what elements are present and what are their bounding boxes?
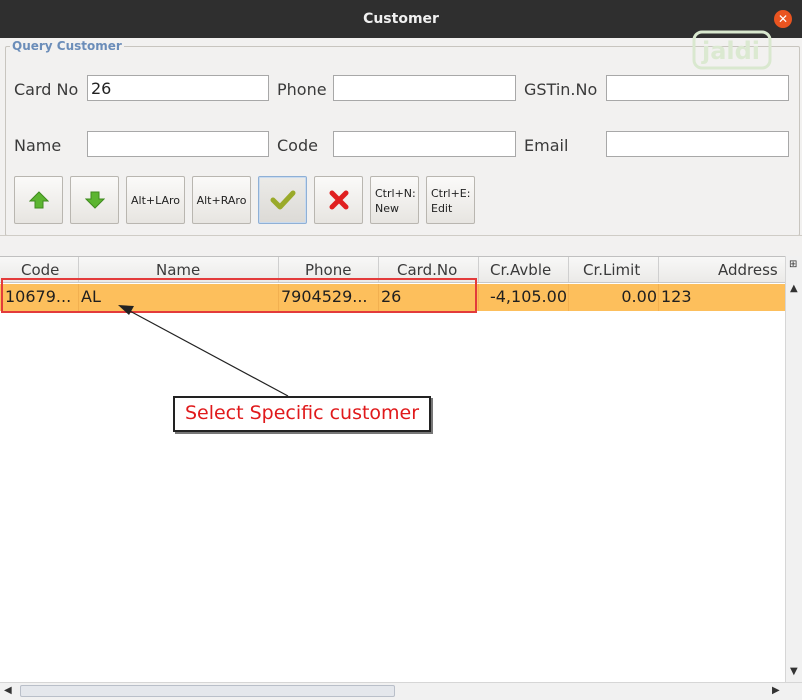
cell-address: 123 — [661, 287, 692, 306]
name-label: Name — [14, 136, 62, 155]
section-divider — [0, 235, 802, 236]
code-label: Code — [277, 136, 318, 155]
new-button[interactable]: Ctrl+N: New — [370, 176, 419, 224]
email-label: Email — [524, 136, 569, 155]
horizontal-scroll-thumb[interactable] — [20, 685, 395, 697]
col-header-phone[interactable]: Phone — [305, 261, 351, 279]
annotation-callout: Select Specific customer — [173, 396, 431, 432]
query-group-title: Query Customer — [10, 39, 124, 53]
customer-window: Customer ✕ Query Customer jaldi Card No … — [0, 0, 802, 700]
window-title: Customer — [363, 11, 439, 27]
move-down-button[interactable] — [70, 176, 119, 224]
alt-right-arrow-button[interactable]: Alt+RAro — [192, 176, 251, 224]
svg-text:jaldi: jaldi — [701, 37, 760, 65]
new-button-label: Ctrl+N: New — [375, 187, 416, 215]
up-arrow-icon — [28, 191, 49, 209]
close-icon: ✕ — [777, 12, 789, 26]
scroll-right-icon[interactable]: ▶ — [772, 685, 780, 696]
column-divider — [568, 257, 569, 282]
alt-left-arrow-label: Alt+LAro — [130, 194, 181, 207]
col-header-address[interactable]: Address — [718, 261, 778, 279]
col-header-cr-limit[interactable]: Cr.Limit — [583, 261, 640, 279]
highlight-box — [1, 278, 477, 313]
move-up-button[interactable] — [14, 176, 63, 224]
edit-button[interactable]: Ctrl+E: Edit — [426, 176, 475, 224]
horizontal-scrollbar[interactable]: ◀ ▶ — [0, 682, 802, 700]
checkmark-icon — [270, 190, 295, 210]
col-header-cr-avble[interactable]: Cr.Avble — [490, 261, 551, 279]
code-input[interactable] — [333, 131, 516, 157]
scroll-up-icon[interactable]: ▲ — [790, 283, 798, 294]
cell-cr-limit: 0.00 — [621, 287, 657, 306]
watermark-logo: jaldi — [692, 30, 772, 70]
down-arrow-icon — [84, 191, 105, 209]
edit-button-label: Ctrl+E: Edit — [431, 187, 471, 215]
col-header-code[interactable]: Code — [21, 261, 59, 279]
close-button[interactable]: ✕ — [774, 10, 792, 28]
title-bar: Customer ✕ — [0, 0, 802, 38]
name-input[interactable] — [87, 131, 269, 157]
column-divider — [478, 257, 479, 282]
customer-table: Code Name Phone Card.No Cr.Avble Cr.Limi… — [0, 256, 785, 683]
alt-right-arrow-label: Alt+RAro — [196, 194, 247, 207]
column-menu-icon[interactable]: ⊞ — [789, 259, 797, 270]
cell-cr-avble: -4,105.00 — [489, 287, 567, 306]
scroll-left-icon[interactable]: ◀ — [4, 685, 12, 696]
column-divider — [658, 257, 659, 282]
cancel-button[interactable] — [314, 176, 363, 224]
col-header-card-no[interactable]: Card.No — [397, 261, 457, 279]
gstin-label: GSTin.No — [524, 80, 598, 99]
phone-label: Phone — [277, 80, 327, 99]
scroll-down-icon[interactable]: ▼ — [790, 666, 798, 677]
card-no-input[interactable] — [87, 75, 269, 101]
phone-input[interactable] — [333, 75, 516, 101]
confirm-button[interactable] — [258, 176, 307, 224]
cell-divider — [478, 284, 479, 311]
email-input[interactable] — [606, 131, 789, 157]
cell-divider — [658, 284, 659, 311]
col-header-name[interactable]: Name — [156, 261, 200, 279]
x-icon — [329, 190, 348, 210]
cell-divider — [568, 284, 569, 311]
alt-left-arrow-button[interactable]: Alt+LAro — [126, 176, 185, 224]
vertical-scrollbar[interactable]: ⊞ ▲ ▼ — [785, 256, 802, 682]
card-no-label: Card No — [14, 80, 79, 99]
gstin-input[interactable] — [606, 75, 789, 101]
